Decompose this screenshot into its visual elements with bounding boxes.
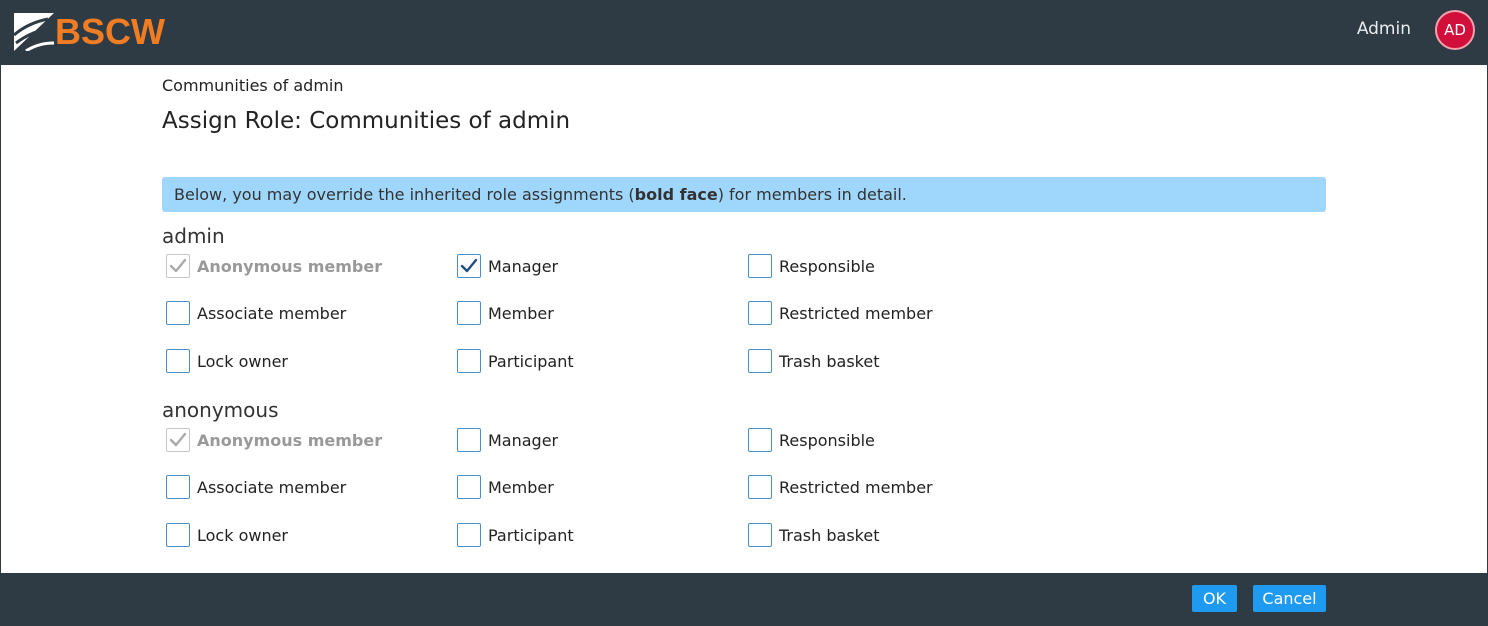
role-label[interactable]: Restricted member — [779, 304, 933, 323]
role-option-admin-trash-basket[interactable]: Trash basket — [748, 348, 879, 374]
role-option-admin-manager[interactable]: Manager — [457, 253, 558, 279]
role-option-admin-responsible[interactable]: Responsible — [748, 253, 875, 279]
role-checkbox[interactable] — [457, 254, 481, 278]
role-option-anonymous-responsible[interactable]: Responsible — [748, 427, 875, 453]
info-message: Below, you may override the inherited ro… — [162, 177, 1326, 212]
role-option-anonymous-member[interactable]: Member — [457, 474, 554, 500]
bscw-logo[interactable]: BSCW — [14, 12, 165, 52]
avatar[interactable]: AD — [1435, 10, 1475, 50]
role-label[interactable]: Member — [488, 304, 554, 323]
role-label[interactable]: Anonymous member — [197, 257, 382, 276]
role-option-admin-lock-owner[interactable]: Lock owner — [166, 348, 288, 374]
member-name-anonymous: anonymous — [162, 398, 279, 422]
role-checkbox[interactable] — [166, 301, 190, 325]
role-option-admin-associate-member[interactable]: Associate member — [166, 300, 346, 326]
info-prefix: Below, you may override the inherited ro… — [174, 185, 635, 204]
checkmark-icon — [460, 258, 478, 273]
role-label[interactable]: Participant — [488, 352, 574, 371]
role-checkbox[interactable] — [457, 428, 481, 452]
role-label[interactable]: Anonymous member — [197, 431, 382, 450]
role-option-admin-participant[interactable]: Participant — [457, 348, 574, 374]
role-checkbox[interactable] — [748, 301, 772, 325]
info-suffix: ) for members in detail. — [717, 185, 907, 204]
role-option-admin-member[interactable]: Member — [457, 300, 554, 326]
role-label[interactable]: Lock owner — [197, 526, 288, 545]
page-title: Assign Role: Communities of admin — [162, 108, 571, 134]
role-checkbox[interactable] — [457, 475, 481, 499]
footer-bar: OK Cancel — [0, 573, 1488, 626]
role-option-anonymous-restricted-member[interactable]: Restricted member — [748, 474, 933, 500]
role-option-anonymous-associate-member[interactable]: Associate member — [166, 474, 346, 500]
role-option-anonymous-trash-basket[interactable]: Trash basket — [748, 522, 879, 548]
member-name-admin: admin — [162, 224, 225, 248]
role-checkbox[interactable] — [748, 349, 772, 373]
info-bold: bold face — [634, 185, 718, 204]
breadcrumb[interactable]: Communities of admin — [162, 76, 343, 95]
role-label[interactable]: Lock owner — [197, 352, 288, 371]
role-label[interactable]: Restricted member — [779, 478, 933, 497]
role-checkbox[interactable] — [457, 523, 481, 547]
ok-button[interactable]: OK — [1192, 585, 1237, 612]
role-option-anonymous-participant[interactable]: Participant — [457, 522, 574, 548]
role-label[interactable]: Responsible — [779, 431, 875, 450]
role-checkbox[interactable] — [166, 349, 190, 373]
role-label[interactable]: Manager — [488, 257, 558, 276]
role-label[interactable]: Trash basket — [779, 352, 879, 371]
role-checkbox[interactable] — [748, 475, 772, 499]
role-option-anonymous-manager[interactable]: Manager — [457, 427, 558, 453]
brand-name: BSCW — [55, 11, 165, 52]
role-checkbox[interactable] — [166, 428, 190, 452]
role-label[interactable]: Member — [488, 478, 554, 497]
role-checkbox[interactable] — [748, 428, 772, 452]
role-label[interactable]: Manager — [488, 431, 558, 450]
checkmark-icon — [169, 258, 187, 273]
cancel-button[interactable]: Cancel — [1253, 585, 1326, 612]
role-checkbox[interactable] — [748, 254, 772, 278]
role-label[interactable]: Associate member — [197, 478, 346, 497]
role-option-admin-restricted-member[interactable]: Restricted member — [748, 300, 933, 326]
role-checkbox[interactable] — [166, 523, 190, 547]
role-label[interactable]: Associate member — [197, 304, 346, 323]
role-label[interactable]: Participant — [488, 526, 574, 545]
role-option-anonymous-anonymous-member[interactable]: Anonymous member — [166, 427, 382, 453]
role-checkbox[interactable] — [748, 523, 772, 547]
user-name[interactable]: Admin — [1357, 19, 1411, 39]
role-checkbox[interactable] — [457, 349, 481, 373]
role-checkbox[interactable] — [166, 475, 190, 499]
role-checkbox[interactable] — [457, 301, 481, 325]
role-label[interactable]: Trash basket — [779, 526, 879, 545]
role-checkbox[interactable] — [166, 254, 190, 278]
role-option-anonymous-lock-owner[interactable]: Lock owner — [166, 522, 288, 548]
top-bar: BSCW Admin AD — [0, 0, 1488, 65]
role-option-admin-anonymous-member[interactable]: Anonymous member — [166, 253, 382, 279]
role-label[interactable]: Responsible — [779, 257, 875, 276]
bscw-logo-icon — [14, 13, 54, 51]
checkmark-icon — [169, 432, 187, 447]
